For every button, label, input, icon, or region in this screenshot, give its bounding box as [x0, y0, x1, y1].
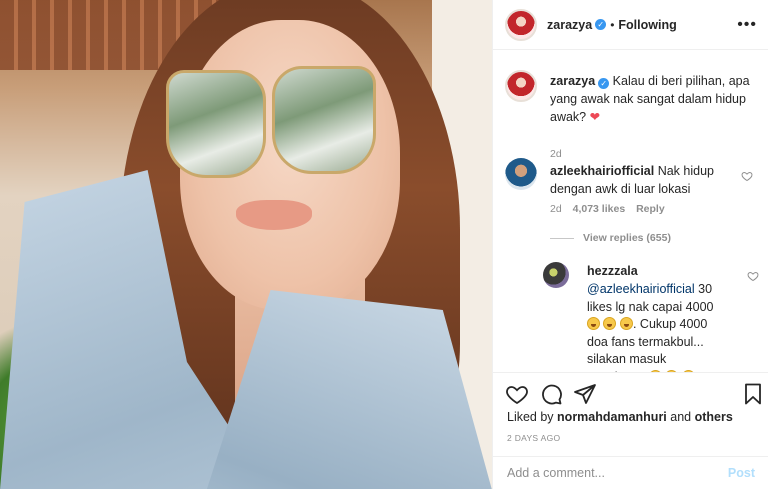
post-actions	[493, 372, 768, 414]
comment-text: azleekhairiofficial Nak hidup dengan awk…	[550, 162, 730, 198]
sunglasses-left-lens	[166, 70, 266, 178]
view-replies-button[interactable]: View replies (655)	[550, 232, 671, 244]
view-replies-label: View replies (655)	[583, 232, 671, 244]
reply-mention[interactable]: @azleekhairiofficial	[587, 282, 695, 296]
comments-section[interactable]: zarazya ✓ Kalau di beri pilihan, apa yang…	[493, 50, 768, 372]
comment-likes[interactable]: 4,073 likes	[573, 203, 626, 215]
caption-username[interactable]: zarazya	[550, 74, 595, 88]
comment-like-heart-icon[interactable]	[741, 170, 753, 182]
post-comment-button[interactable]: Post	[728, 466, 755, 480]
post-timestamp[interactable]: 2 DAYS AGO	[507, 433, 560, 443]
like-heart-icon[interactable]	[505, 382, 529, 406]
liked-by-prefix: Liked by	[507, 410, 554, 424]
post-photo[interactable]	[0, 0, 492, 489]
laughing-emoji-icon	[603, 317, 617, 330]
author-username[interactable]: zarazya	[547, 18, 592, 32]
laughing-emoji-icon	[619, 317, 633, 330]
comment-reply-button[interactable]: Reply	[636, 203, 665, 215]
share-paper-plane-icon[interactable]	[573, 382, 597, 406]
comment-username[interactable]: azleekhairiofficial	[550, 164, 654, 178]
add-comment-bar: Post	[493, 456, 768, 489]
sunglasses-right-lens	[272, 66, 376, 174]
reply-username[interactable]: hezzzala	[587, 264, 638, 278]
author-avatar[interactable]	[505, 8, 537, 41]
liked-by-others[interactable]: others	[695, 410, 733, 424]
red-heart-icon: ❤	[589, 110, 601, 124]
caption-text: zarazya ✓ Kalau di beri pilihan, apa yang…	[550, 72, 755, 126]
bookmark-icon[interactable]	[741, 382, 765, 406]
comment-meta: 2d 4,073 likes Reply	[550, 203, 665, 215]
following-button[interactable]: Following	[618, 18, 676, 32]
reply-text: @azleekhairiofficial 30 likes lg nak cap…	[587, 281, 727, 372]
view-replies-line	[550, 237, 574, 239]
photo-lips	[236, 200, 312, 230]
verified-badge-icon: ✓	[595, 19, 607, 30]
reply-avatar[interactable]	[543, 262, 569, 288]
post-side-panel: zarazya ✓ • Following ••• zarazya ✓ Kalau…	[492, 0, 768, 489]
laughing-emoji-icon	[587, 317, 600, 330]
header-separator: •	[610, 17, 615, 32]
caption-avatar[interactable]	[505, 70, 537, 102]
reply-like-heart-icon[interactable]	[747, 270, 759, 282]
post-header: zarazya ✓ • Following •••	[493, 0, 768, 50]
add-comment-input[interactable]	[507, 466, 728, 480]
comment-time[interactable]: 2d	[550, 203, 562, 215]
liked-by: Liked by normahdamanhuri and others	[507, 410, 733, 424]
liked-by-joiner: and	[670, 410, 692, 424]
verified-badge-icon: ✓	[598, 78, 610, 89]
more-options-icon[interactable]: •••	[737, 16, 757, 34]
liked-by-user[interactable]: normahdamanhuri	[557, 410, 667, 424]
caption-time[interactable]: 2d	[550, 148, 562, 160]
commenter-avatar[interactable]	[505, 158, 537, 190]
comment-bubble-icon[interactable]	[539, 382, 563, 406]
